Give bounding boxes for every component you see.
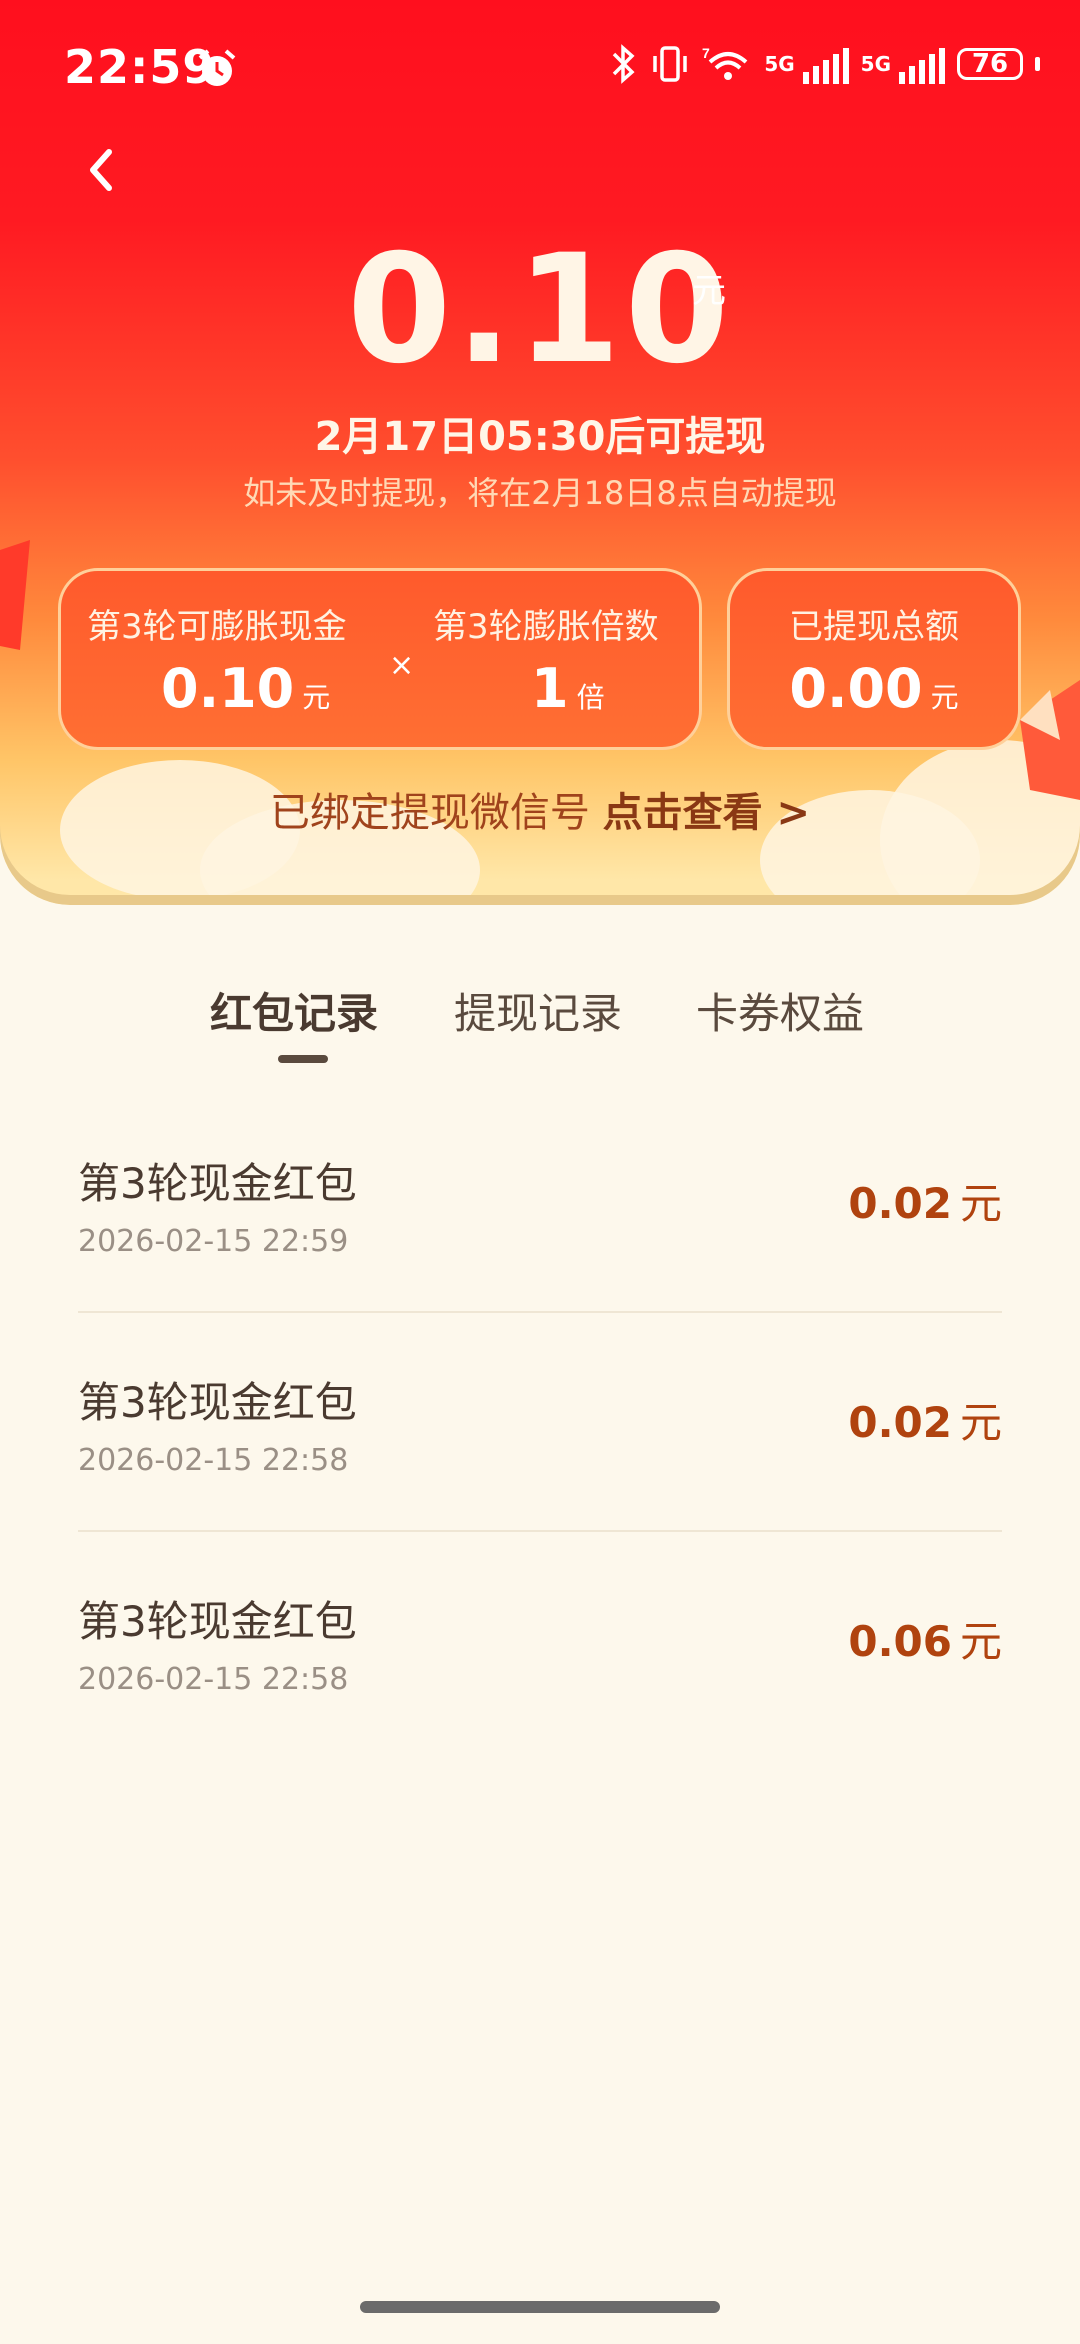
record-time: 2026-02-15 22:58 [78,1443,349,1478]
wifi-icon: 7 [702,45,748,80]
record-tabs: 红包记录 提现记录 卡券权益 [0,980,1080,1070]
battery-level: 76 [971,49,1009,79]
vibrate-icon [653,46,688,82]
record-amount: 0.06 元 [848,1608,1002,1669]
expandable-cash-value: 0.10 [161,657,295,720]
signal-strength-icon [899,44,945,84]
expandable-cash: 0.10 元 [161,657,330,720]
withdraw-time: 2月17日05:30后可提现 [314,414,766,460]
record-amount-unit: 元 [959,1398,1002,1447]
record-amount-value: 0.02 [848,1179,952,1228]
balance-amount: 0.10 元 [0,235,1080,385]
record-title: 第3轮现金红包 [78,1378,357,1427]
expansion-card: 第3轮可膨胀现金 0.10 元 第3轮膨胀倍数 1倍 [58,568,702,750]
record-amount-unit: 元 [959,1179,1002,1228]
record-amount: 0.02 元 [848,1170,1002,1231]
bind-wechat-row[interactable]: 已绑定提现微信号 点击查看 > [0,780,1080,838]
back-arrow-icon[interactable] [75,140,125,200]
red-envelope-decoration-icon [0,540,30,650]
record-time: 2026-02-15 22:59 [78,1224,349,1259]
multiplier: 1倍 [531,657,605,720]
withdrawn-total-unit: 元 [930,681,959,714]
tab-withdraw-records[interactable]: 提现记录 [454,980,622,1041]
status-bar: 22:59 7 5G 5G 76 [0,0,1080,135]
signal-strength-icon [802,44,849,84]
bind-wechat-text: 已绑定提现微信号 [269,790,590,836]
record-amount-value: 0.06 [848,1617,952,1666]
multiplier-unit: 倍 [576,681,605,714]
network-5g-label: 5G [860,52,891,76]
row-divider [78,1530,1002,1532]
home-indicator[interactable] [360,2301,720,2313]
withdrawn-total-value: 0.00 [789,657,923,720]
balance-value: 0.10 [346,223,734,397]
battery-icon: 76 [957,48,1023,80]
list-item: 第3轮现金红包 2026-02-15 22:58 0.06 元 [78,1588,1002,1807]
balance-unit: 元 [692,271,726,311]
multiplier-label: 第3轮膨胀倍数 [433,607,659,647]
expandable-cash-label: 第3轮可膨胀现金 [87,607,347,647]
record-time: 2026-02-15 22:58 [78,1662,349,1697]
withdrawn-total-label: 已提现总额 [789,607,959,647]
record-amount-unit: 元 [959,1617,1002,1666]
battery-tip [1035,57,1040,71]
bluetooth-icon [613,44,635,84]
tab-coupon-benefits[interactable]: 卡券权益 [696,980,864,1041]
record-title: 第3轮现金红包 [78,1597,357,1646]
status-time: 22:59 [64,40,216,94]
svg-text:7: 7 [702,45,710,61]
list-item: 第3轮现金红包 2026-02-15 22:58 0.02 元 [78,1369,1002,1588]
auto-withdraw-note: 如未及时提现，将在2月18日8点自动提现 [243,474,837,512]
expandable-cash-unit: 元 [302,681,331,714]
record-amount: 0.02 元 [848,1389,1002,1450]
active-tab-indicator [278,1055,328,1063]
multiplier-value: 1 [531,657,569,720]
row-divider [78,1311,1002,1313]
status-icons: 7 5G 5G 76 [608,44,1040,84]
network-5g-label: 5G [764,52,795,76]
alarm-icon [198,49,236,86]
withdrawn-total-card: 已提现总额 0.00 元 [727,568,1021,750]
record-amount-value: 0.02 [848,1398,952,1447]
times-symbol: × [389,648,415,683]
record-title: 第3轮现金红包 [78,1159,357,1208]
withdrawn-total: 0.00 元 [730,657,1018,720]
tab-red-packet-records[interactable]: 红包记录 [210,980,378,1041]
list-item: 第3轮现金红包 2026-02-15 22:59 0.02 元 [78,1150,1002,1369]
view-wechat-link[interactable]: 点击查看 > [603,790,810,836]
